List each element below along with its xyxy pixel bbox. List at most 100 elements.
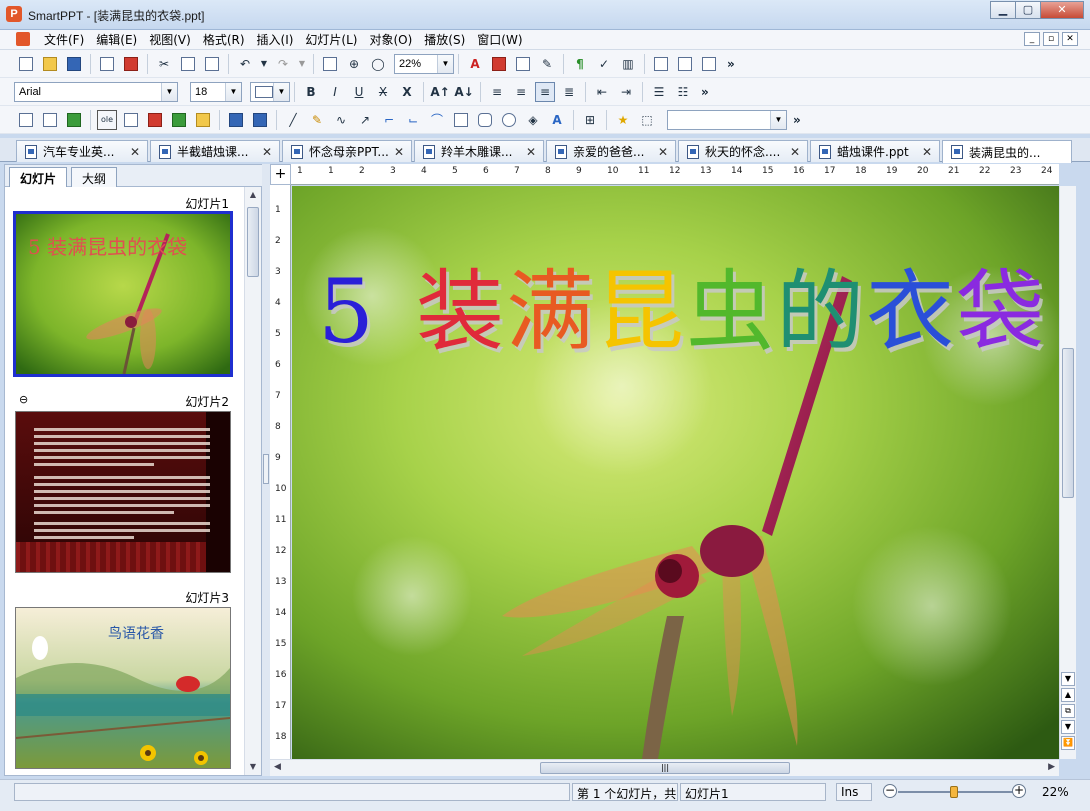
fill-color-select[interactable]: ▼: [250, 81, 290, 102]
toolbar-overflow-icon[interactable]: »: [727, 57, 735, 71]
insert-frame-icon[interactable]: [169, 110, 189, 130]
doc-minimize-button[interactable]: _: [1024, 32, 1040, 46]
redo-dropdown-icon[interactable]: ▼: [297, 54, 307, 74]
selection-tool-icon[interactable]: ⬚: [637, 110, 657, 130]
save-icon[interactable]: [64, 54, 84, 74]
minimize-button[interactable]: ▁: [990, 1, 1016, 19]
clear-format-icon[interactable]: X: [397, 82, 417, 102]
close-tab-icon[interactable]: ✕: [655, 145, 671, 159]
slide-thumbnail-2[interactable]: [15, 411, 231, 573]
insert-field-icon[interactable]: [193, 110, 213, 130]
bullet-list-icon[interactable]: ☰: [649, 82, 669, 102]
slide-layout-icon[interactable]: [675, 54, 695, 74]
insert-media-icon[interactable]: [250, 110, 270, 130]
zoom-magnifier-icon[interactable]: ◯: [368, 54, 388, 74]
close-button[interactable]: ✕: [1040, 1, 1084, 19]
new-document-icon[interactable]: [16, 54, 36, 74]
slide-select-icon[interactable]: ⧉: [1061, 704, 1075, 718]
slide-thumbnail-3[interactable]: 鸟语花香: [15, 607, 231, 769]
document-tab[interactable]: 半截蜡烛课... ✕: [150, 140, 280, 162]
open-folder-icon[interactable]: [40, 54, 60, 74]
style-select[interactable]: ▼: [667, 109, 787, 130]
zoom-in-icon[interactable]: ⊕: [344, 54, 364, 74]
insert-table-icon[interactable]: [489, 54, 509, 74]
tab-outline[interactable]: 大纲: [71, 167, 118, 187]
tab-slides[interactable]: 幻灯片: [9, 167, 68, 187]
zoom-in-icon[interactable]: +: [1012, 784, 1026, 798]
spell-check-icon[interactable]: ✓: [594, 54, 614, 74]
close-tab-icon[interactable]: ✕: [127, 145, 143, 159]
scrollbar-thumb[interactable]: [1062, 348, 1074, 498]
menu-item[interactable]: 格式(R): [197, 32, 251, 48]
menu-item[interactable]: 对象(O): [363, 32, 418, 48]
decrease-indent-icon[interactable]: ⇤: [592, 82, 612, 102]
shrink-font-icon[interactable]: A↓: [454, 82, 474, 102]
insert-video-icon[interactable]: [226, 110, 246, 130]
menu-item[interactable]: 编辑(E): [90, 32, 143, 48]
align-center-icon[interactable]: ≡: [535, 81, 555, 102]
zoom-slider-thumb[interactable]: [950, 786, 958, 798]
next-slide-icon[interactable]: ▼: [1061, 720, 1075, 734]
fit-page-icon[interactable]: [320, 54, 340, 74]
document-tab[interactable]: 亲爱的爸爸... ✕: [546, 140, 676, 162]
doc-restore-button[interactable]: ▫: [1043, 32, 1059, 46]
close-tab-icon[interactable]: ✕: [391, 145, 407, 159]
close-tab-icon[interactable]: ✕: [259, 145, 275, 159]
ellipse-tool-icon[interactable]: [499, 110, 519, 130]
ruler-corner-button[interactable]: +: [270, 164, 291, 185]
redo-icon[interactable]: ↷: [273, 54, 293, 74]
text-box-icon[interactable]: A: [465, 54, 485, 74]
print-icon[interactable]: [97, 54, 117, 74]
insert-symbol-icon[interactable]: [121, 110, 141, 130]
grow-font-icon[interactable]: A↑: [430, 82, 450, 102]
thumbnail-scrollbar[interactable]: ▲ ▼: [244, 187, 261, 775]
document-tab[interactable]: 装满昆虫的...: [942, 140, 1072, 163]
bold-icon[interactable]: B: [301, 82, 321, 102]
arrow-tool-icon[interactable]: ↗: [355, 110, 375, 130]
menu-item[interactable]: 幻灯片(L): [299, 32, 363, 48]
slide-title[interactable]: 5 装满昆虫的衣袋: [318, 241, 1046, 368]
paste-icon[interactable]: [202, 54, 222, 74]
canvas-vertical-scrollbar[interactable]: ▼ ▲ ⧉ ▼ ⏬: [1059, 186, 1076, 759]
slide-stack-icon[interactable]: [699, 54, 719, 74]
document-tab[interactable]: 蜡烛课件.ppt ✕: [810, 140, 940, 162]
scroll-left-icon[interactable]: ◀: [274, 762, 281, 772]
undo-icon[interactable]: ↶: [235, 54, 255, 74]
zoom-slider[interactable]: [898, 786, 1018, 798]
slide-template-icon[interactable]: [651, 54, 671, 74]
pen-tool-icon[interactable]: ✎: [307, 110, 327, 130]
last-slide-icon[interactable]: ⏬: [1061, 736, 1075, 750]
insert-grid-icon[interactable]: [40, 110, 60, 130]
underline-icon[interactable]: U: [349, 82, 369, 102]
doc-close-button[interactable]: ✕: [1062, 32, 1078, 46]
close-tab-icon[interactable]: ✕: [919, 145, 935, 159]
toolbar-overflow-icon[interactable]: »: [701, 85, 709, 99]
cut-icon[interactable]: ✂: [154, 54, 174, 74]
undo-dropdown-icon[interactable]: ▼: [259, 54, 269, 74]
rectangle-tool-icon[interactable]: [451, 110, 471, 130]
font-size-select[interactable]: 18 ▼: [190, 81, 242, 102]
group-icon[interactable]: ⊞: [580, 110, 600, 130]
maximize-button[interactable]: ▢: [1015, 1, 1041, 19]
format-painter-icon[interactable]: ✎: [537, 54, 557, 74]
font-name-select[interactable]: Arial ▼: [14, 81, 178, 102]
numbered-list-icon[interactable]: ☷: [673, 82, 693, 102]
menu-item[interactable]: 视图(V): [143, 32, 197, 48]
elbow-connector-icon[interactable]: ⌙: [403, 110, 423, 130]
word-art-icon[interactable]: A: [547, 110, 567, 130]
insert-ole-icon[interactable]: ole: [97, 109, 117, 130]
document-tab[interactable]: 秋天的怀念.... ✕: [678, 140, 808, 162]
canvas-horizontal-scrollbar[interactable]: ◀ ||| ▶: [270, 759, 1059, 776]
insert-text-art-icon[interactable]: [145, 110, 165, 130]
close-tab-icon[interactable]: ✕: [523, 145, 539, 159]
document-tab[interactable]: 羚羊木雕课... ✕: [414, 140, 544, 162]
line-tool-icon[interactable]: ╱: [283, 110, 303, 130]
scroll-down-icon[interactable]: ▼: [1061, 672, 1075, 686]
menu-item[interactable]: 播放(S): [418, 32, 471, 48]
toolbar-overflow-icon[interactable]: »: [793, 113, 801, 127]
italic-icon[interactable]: I: [325, 82, 345, 102]
scroll-right-icon[interactable]: ▶: [1048, 762, 1055, 772]
zoom-select[interactable]: 22% ▼: [394, 53, 454, 74]
document-tab[interactable]: 汽车专业英... ✕: [16, 140, 148, 162]
export-pdf-icon[interactable]: [121, 54, 141, 74]
